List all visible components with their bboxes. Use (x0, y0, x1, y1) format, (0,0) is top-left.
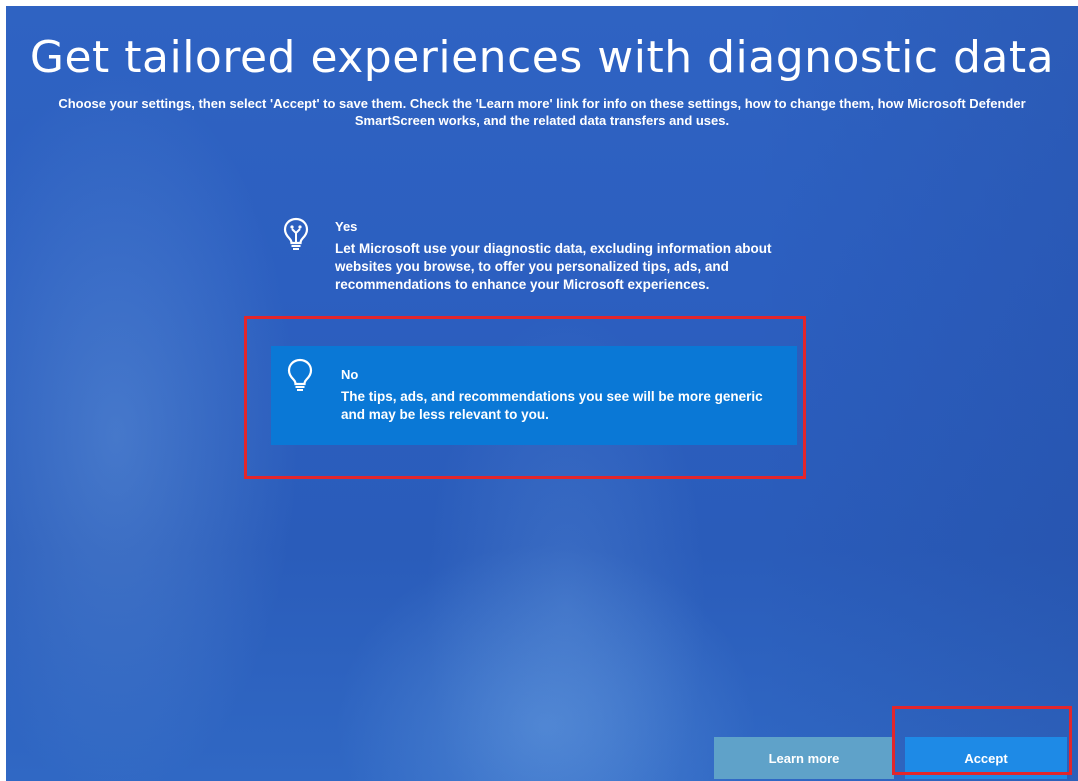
page-subtitle: Choose your settings, then select 'Accep… (58, 96, 1026, 128)
lightbulb-off-icon (287, 358, 313, 392)
option-no-description: The tips, ads, and recommendations you s… (341, 389, 763, 422)
option-no[interactable]: No The tips, ads, and recommendations yo… (271, 346, 797, 445)
option-yes-description: Let Microsoft use your diagnostic data, … (335, 241, 772, 292)
accept-button[interactable]: Accept (905, 737, 1067, 779)
page-title: Get tailored experiences with diagnostic… (29, 32, 1055, 83)
lightbulb-on-icon (283, 217, 309, 251)
oobe-screen: Get tailored experiences with diagnostic… (6, 6, 1078, 781)
option-no-title: No (341, 367, 359, 382)
option-yes-title: Yes (335, 219, 358, 234)
option-yes[interactable]: Yes Let Microsoft use your diagnostic da… (273, 213, 793, 325)
learn-more-button[interactable]: Learn more (714, 737, 894, 779)
